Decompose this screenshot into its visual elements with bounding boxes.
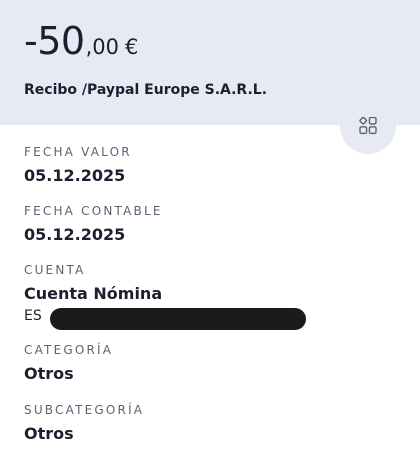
redacted-account-number bbox=[50, 308, 306, 330]
categoria-label: CATEGORÍA bbox=[24, 343, 114, 357]
transaction-amount: -50 ,00 € bbox=[24, 18, 138, 64]
field-cuenta: CUENTA Cuenta Nómina ES bbox=[24, 262, 306, 330]
subcategoria-label: SUBCATEGORÍA bbox=[24, 403, 145, 417]
amount-currency: € bbox=[124, 35, 139, 59]
amount-integer: -50 bbox=[24, 19, 85, 63]
more-actions-button[interactable] bbox=[340, 98, 396, 154]
field-subcategoria: SUBCATEGORÍA Otros bbox=[24, 402, 144, 445]
fecha-valor-value: 05.12.2025 bbox=[24, 166, 126, 185]
field-fecha-valor: FECHA VALOR 05.12.2025 bbox=[24, 144, 132, 187]
cuenta-label: CUENTA bbox=[24, 263, 86, 277]
field-fecha-contable: FECHA CONTABLE 05.12.2025 bbox=[24, 203, 163, 246]
account-number: ES bbox=[24, 307, 306, 330]
categoria-value: Otros bbox=[24, 364, 74, 383]
fecha-valor-label: FECHA VALOR bbox=[24, 145, 132, 159]
grid-icon bbox=[359, 117, 377, 135]
fecha-contable-value: 05.12.2025 bbox=[24, 225, 126, 244]
field-categoria: CATEGORÍA Otros bbox=[24, 342, 113, 385]
cuenta-value: Cuenta Nómina bbox=[24, 284, 163, 303]
account-iban-prefix: ES bbox=[24, 308, 42, 324]
amount-decimal: ,00 bbox=[85, 35, 119, 59]
subcategoria-value: Otros bbox=[24, 424, 74, 443]
fecha-contable-label: FECHA CONTABLE bbox=[24, 204, 163, 218]
transaction-concept: Recibo /Paypal Europe S.A.R.L. bbox=[24, 82, 268, 98]
